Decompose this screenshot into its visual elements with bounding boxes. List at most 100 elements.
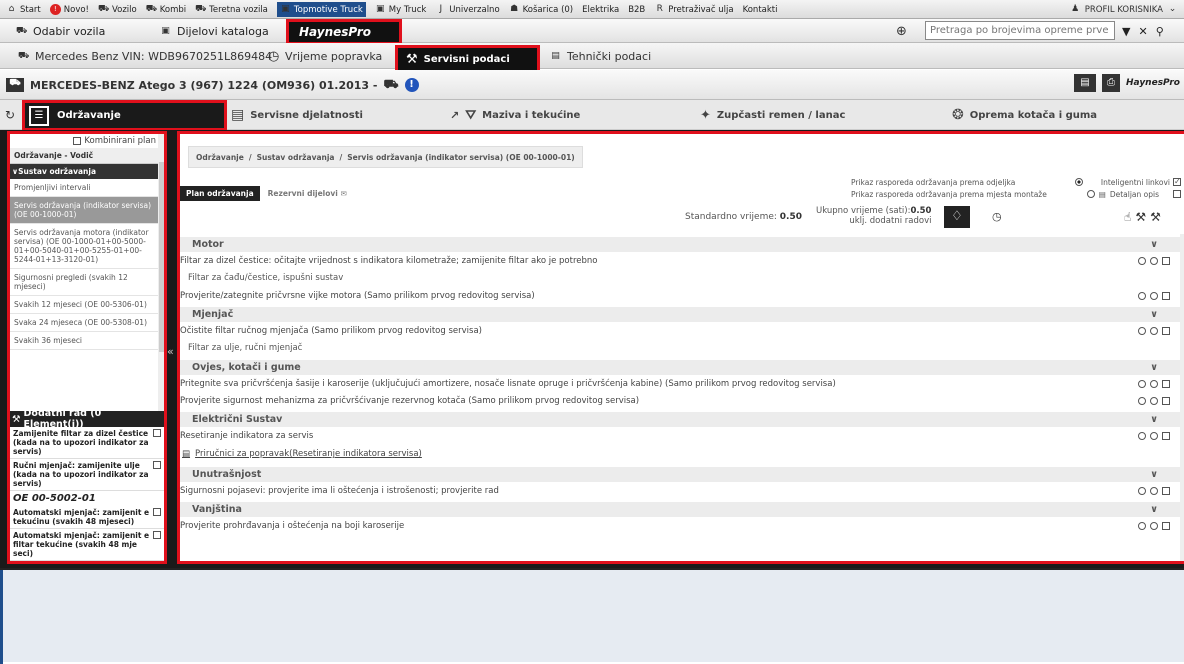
operation-radio-b[interactable] xyxy=(1150,521,1158,530)
extra-work-checkbox[interactable] xyxy=(153,531,161,539)
operation-row[interactable]: Pritegnite sva pričvršćenja šasije i kar… xyxy=(180,375,1180,392)
top-nav-item[interactable]: J Univerzalno xyxy=(435,4,499,15)
chevron-down-icon[interactable]: ∨ xyxy=(1150,309,1158,320)
top-nav-item[interactable]: ⛟ Vozilo xyxy=(98,4,137,15)
operation-radio-b[interactable] xyxy=(1150,396,1158,405)
tab-maintenance-plan[interactable]: Plan održavanja xyxy=(180,185,260,201)
operation-radio-b[interactable] xyxy=(1150,486,1158,495)
service-list-item[interactable]: Svaka 24 mjeseca (OE 00-5308-01) xyxy=(10,314,158,332)
top-nav-item[interactable]: Elektrika xyxy=(582,5,619,15)
combined-plan-option[interactable]: Kombinirani plan xyxy=(10,134,158,148)
vin-info[interactable]: ⛟ Mercedes Benz VIN: WDB9670251L869484 xyxy=(18,43,272,69)
combined-plan-checkbox[interactable] xyxy=(73,137,82,145)
top-nav-item[interactable]: ⛟ Teretna vozila xyxy=(195,4,268,15)
extra-work-checkbox[interactable] xyxy=(153,461,161,469)
service-list-item[interactable]: Servis održavanja (indikator servisa) (O… xyxy=(10,197,158,224)
collapse-panel-icon[interactable]: « xyxy=(167,345,174,358)
service-data-tab[interactable]: ⚒ Servisni podaci xyxy=(395,45,540,73)
vehicle-search-icon[interactable]: ⛟ xyxy=(383,77,398,93)
chevron-down-icon[interactable]: ∨ xyxy=(1150,362,1158,373)
operation-row[interactable]: Provjerite prohrđavanja i oštećenja na b… xyxy=(180,517,1180,534)
left-scroll-thumb[interactable] xyxy=(159,162,164,352)
operation-checkbox[interactable] xyxy=(1162,486,1170,495)
operation-radio-a[interactable] xyxy=(1138,326,1146,335)
breadcrumb-item[interactable]: Sustav održavanja xyxy=(257,153,335,162)
tab-timing-belt[interactable]: ✦ Zupčasti remen / lanac xyxy=(700,100,845,130)
operation-radio-a[interactable] xyxy=(1138,379,1146,388)
operation-checkbox[interactable] xyxy=(1162,379,1170,388)
info-icon[interactable]: ! xyxy=(404,78,419,92)
top-nav-item[interactable]: ▣ My Truck xyxy=(375,4,426,15)
operation-checkbox[interactable] xyxy=(1162,396,1170,405)
operation-radio-b[interactable] xyxy=(1150,326,1158,335)
breadcrumb-item[interactable]: Održavanje xyxy=(196,153,244,162)
operation-radio-a[interactable] xyxy=(1138,291,1146,300)
operation-checkbox[interactable] xyxy=(1162,326,1170,335)
view-by-location-radio[interactable] xyxy=(1086,190,1095,198)
tab-spare-parts[interactable]: Rezervni dijelovi ✉ xyxy=(262,186,353,201)
chevron-down-icon[interactable]: ∨ xyxy=(1150,414,1158,425)
section-header[interactable]: Unutrašnjost ∨ xyxy=(180,467,1180,482)
operation-row[interactable]: Provjerite sigurnost mehanizma za pričvr… xyxy=(180,392,1180,409)
cart-icon[interactable]: ♢ xyxy=(944,206,970,228)
operation-radio-b[interactable] xyxy=(1150,379,1158,388)
section-header[interactable]: Ovjes, kotači i gume ∨ xyxy=(180,360,1180,375)
service-list-item[interactable]: Sigurnosni pregledi (svakih 12 mjeseci) xyxy=(10,269,158,296)
service-list-item[interactable]: Svakih 12 mjeseci (OE 00-5306-01) xyxy=(10,296,158,314)
top-nav-item[interactable]: ☗ Košarica (0) xyxy=(509,4,573,15)
top-nav-item[interactable]: ⌂ Start xyxy=(6,4,41,15)
operation-checkbox[interactable] xyxy=(1162,431,1170,440)
clear-icon[interactable]: ✕ xyxy=(1138,25,1147,38)
operation-row[interactable]: Provjerite/zategnite pričvrsne vijke mot… xyxy=(180,287,1180,304)
vehicle-select-button[interactable]: ⛟ Odabir vozila xyxy=(16,19,105,43)
section-header[interactable]: Električni Sustav ∨ xyxy=(180,412,1180,427)
extra-work-checkbox[interactable] xyxy=(153,429,161,437)
operation-checkbox[interactable] xyxy=(1162,521,1170,530)
extra-work-item[interactable]: Automatski mjenjač: zamijenit e tekućinu… xyxy=(10,506,164,529)
extra-work-item[interactable]: Automatski mjenjač: zamijenit e filtar t… xyxy=(10,529,164,561)
system-header[interactable]: ∨Sustav održavanja xyxy=(10,164,158,179)
chevron-down-icon[interactable]: ∨ xyxy=(1150,239,1158,250)
operation-radio-b[interactable] xyxy=(1150,256,1158,265)
service-list-item[interactable]: Promjenljivi intervali xyxy=(10,179,158,197)
tab-lubricants[interactable]: ↗ ⛛ Maziva i tekućine xyxy=(450,100,580,130)
operation-radio-b[interactable] xyxy=(1150,291,1158,300)
operation-row[interactable]: Sigurnosni pojasevi: provjerite ima li o… xyxy=(180,482,1180,499)
extra-work-checkbox[interactable] xyxy=(153,508,161,516)
left-scrollbar[interactable] xyxy=(158,134,164,411)
printer-icon[interactable]: ⎙ xyxy=(1101,74,1120,92)
operation-radio-a[interactable] xyxy=(1138,396,1146,405)
tab-wheels[interactable]: ❂ Oprema kotača i guma xyxy=(952,100,1097,130)
service-list-item[interactable]: Svakih 36 mjeseci xyxy=(10,332,158,350)
search-input[interactable] xyxy=(925,21,1115,40)
vehicle-card-icon[interactable]: ▤ xyxy=(1073,74,1096,92)
operation-checkbox[interactable] xyxy=(1162,256,1170,265)
top-nav-item[interactable]: ⛟ Kombi xyxy=(146,4,186,15)
dropdown-icon[interactable]: ▼ xyxy=(1122,25,1130,38)
operation-row[interactable]: Očistite filtar ručnog mjenjača (Samo pr… xyxy=(180,322,1180,339)
operation-checkbox[interactable] xyxy=(1162,291,1170,300)
crosshair-button[interactable]: ⊕ xyxy=(896,19,907,43)
extra-work-item[interactable]: Ručni mjenjač: zamijenite ulje (kada na … xyxy=(10,459,164,491)
operation-row[interactable]: Resetiranje indikatora za servis xyxy=(180,427,1180,444)
view-by-dept-radio[interactable] xyxy=(1074,178,1083,186)
section-header[interactable]: Mjenjač ∨ xyxy=(180,307,1180,322)
detailed-checkbox[interactable] xyxy=(1173,190,1181,198)
operation-radio-a[interactable] xyxy=(1138,486,1146,495)
clock-icon[interactable]: ◷ xyxy=(992,210,1002,223)
top-nav-item[interactable]: B2B xyxy=(628,5,645,15)
smart-links-checkbox[interactable]: ✓ xyxy=(1173,178,1181,186)
search-icon[interactable]: ⚲ xyxy=(1156,25,1164,38)
tech-data-button[interactable]: ▤ Tehnički podaci xyxy=(550,43,651,69)
chevron-down-icon[interactable]: ∨ xyxy=(1150,504,1158,515)
section-header[interactable]: Vanjština ∨ xyxy=(180,502,1180,517)
operation-radio-a[interactable] xyxy=(1138,256,1146,265)
profile-link[interactable]: ♟ PROFIL KORISNIKA ⌄ xyxy=(1070,0,1178,18)
haynespro-tab[interactable]: HaynesPro xyxy=(286,19,402,45)
top-nav-item[interactable]: R Pretraživač ulja xyxy=(654,4,734,15)
tab-service-activities[interactable]: ▤ Servisne djelatnosti xyxy=(231,100,363,130)
chevron-down-icon[interactable]: ∨ xyxy=(1150,469,1158,480)
top-nav-item[interactable]: Kontakti xyxy=(743,5,778,15)
main-scrollbar[interactable] xyxy=(1180,234,1184,561)
top-nav-item[interactable]: ▣ Topmotive Truck xyxy=(276,2,366,17)
